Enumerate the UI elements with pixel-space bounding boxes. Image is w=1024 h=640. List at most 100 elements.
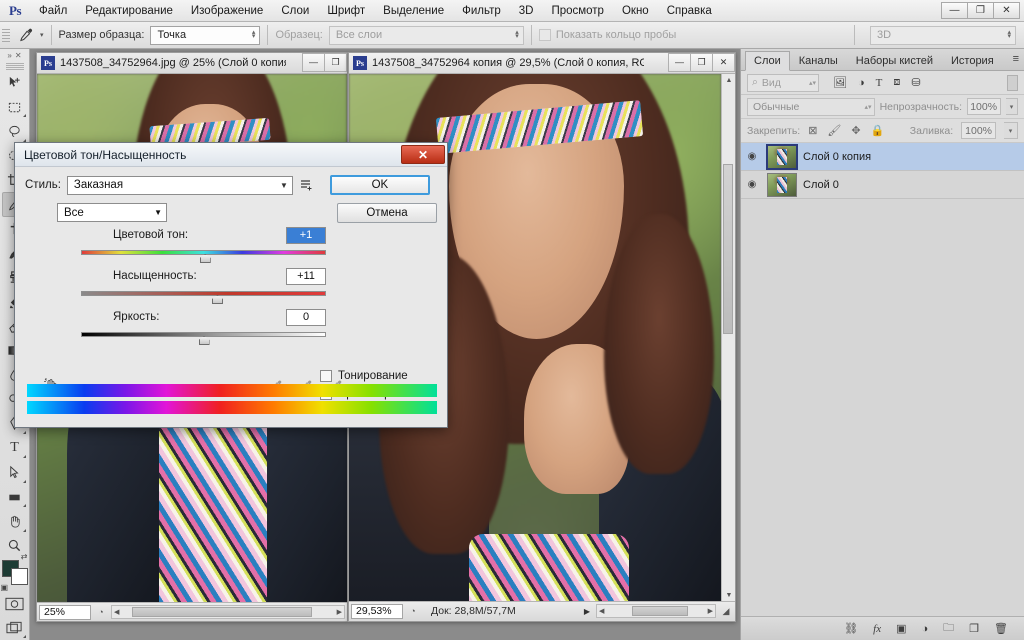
dialog-title-bar[interactable]: Цветовой тон/Насыщенность ✕ [15,143,447,167]
layer-style-icon[interactable]: fx [873,623,881,635]
hand-tool[interactable] [2,509,28,533]
swap-colors-icon[interactable]: ⇄ [21,552,28,561]
preset-options-button[interactable] [299,177,316,194]
layer-row-1[interactable]: ◉ Слой 0 [741,171,1024,199]
menu-help[interactable]: Справка [658,0,721,22]
dialog-close-button[interactable]: ✕ [401,145,445,164]
menu-edit[interactable]: Редактирование [76,0,182,22]
document-2-hscrollbar[interactable]: ◀ ▶ [596,604,716,618]
fill-caret-icon[interactable]: ▾ [1004,122,1018,139]
hue-saturation-dialog[interactable]: Цветовой тон/Насыщенность ✕ Стиль: Заказ… [14,142,448,428]
adjustment-layer-icon[interactable]: ◑ [922,623,929,635]
move-tool[interactable] [2,70,28,94]
layer-row-0[interactable]: ◉ Слой 0 копия [741,143,1024,171]
menu-window[interactable]: Окно [613,0,658,22]
document-1-zoom-field[interactable]: 25% [39,604,91,620]
colorize-checkbox-row[interactable]: Тонирование [320,367,425,385]
document-2-hscroll-thumb[interactable] [632,606,688,616]
new-layer-icon[interactable]: ❐ [969,622,979,635]
layer-filter-toggle[interactable] [1007,74,1018,91]
shape-tool-expand-icon[interactable] [22,504,26,508]
pen-tool-expand-icon[interactable] [22,431,26,435]
document-2-close-button[interactable]: ✕ [712,52,735,72]
layer-0-visibility-icon[interactable]: ◉ [743,151,761,162]
document-1-hscroll-left-icon[interactable]: ◀ [112,608,121,616]
document-1-maximize-button[interactable]: ❐ [324,52,347,72]
tab-history[interactable]: История [942,50,1003,70]
style-chevron-down-icon[interactable]: ▼ [280,181,288,190]
path-selection-expand-icon[interactable] [22,479,26,483]
hue-slider-knob[interactable] [199,254,211,263]
marquee-tool-expand-icon[interactable] [22,114,26,118]
ok-button[interactable]: OK [329,175,430,195]
layer-1-visibility-icon[interactable]: ◉ [743,179,761,190]
shape-filter-icon[interactable]: ⧈ [893,76,900,89]
document-2-maximize-button[interactable]: ❐ [690,52,713,72]
layer-1-thumbnail[interactable] [767,172,797,197]
type-tool-expand-icon[interactable] [22,455,26,459]
new-group-icon[interactable]: 🗀 [943,619,954,638]
document-2-hscroll-left-icon[interactable]: ◀ [597,607,606,615]
panel-menu-icon[interactable]: ≡ [1013,53,1019,65]
link-layers-icon[interactable]: ⛓ [844,622,858,635]
eyedropper-icon[interactable] [13,24,39,46]
saturation-slider-knob[interactable] [211,295,223,304]
workspace-spinner-icon[interactable]: ▴ ▾ [1007,29,1013,40]
colorize-checkbox[interactable] [320,370,332,382]
options-bar-grip[interactable] [2,26,10,44]
saturation-slider[interactable] [81,290,326,304]
layer-0-thumbnail[interactable] [766,143,798,170]
screen-mode-toggle[interactable] [2,616,28,640]
type-filter-icon[interactable]: T [876,77,883,89]
document-2-resize-grip[interactable]: ◢ [719,604,733,618]
screen-mode-expand-icon[interactable] [22,635,26,639]
toolbox-grip[interactable] [5,63,24,71]
menu-view[interactable]: Просмотр [542,0,613,22]
sample-size-spinner-icon[interactable]: ▴ ▾ [252,29,258,40]
document-2-minimize-button[interactable]: — [668,52,691,72]
background-color-swatch[interactable] [10,568,28,586]
lightness-value-field[interactable]: 0 [286,308,326,326]
document-1-status-menu-icon[interactable]: ◔ [94,605,108,619]
layer-mask-icon[interactable]: ▣ [896,622,906,635]
rectangle-shape-tool[interactable] [2,485,28,509]
lock-image-icon[interactable]: 🖌 [827,124,841,137]
opacity-caret-icon[interactable]: ▾ [1006,98,1018,115]
tab-channels[interactable]: Каналы [790,50,847,70]
opacity-field[interactable]: 100% [967,98,1002,115]
path-selection-tool[interactable] [2,460,28,484]
document-1-hscroll-thumb[interactable] [132,607,312,617]
document-2-title-bar[interactable]: Ps 1437508_34752964 копия @ 29,5% (Слой … [349,52,735,74]
document-2-zoom-field[interactable]: 29,53% [351,603,403,619]
menu-filter[interactable]: Фильтр [453,0,510,22]
hue-value-field[interactable]: +1 [286,226,326,244]
tool-preset-caret-icon[interactable]: ▾ [40,31,44,39]
adjustment-filter-icon[interactable]: ◑ [858,77,865,89]
toolbox-header[interactable]: » ✕ [0,49,30,63]
lock-all-icon[interactable]: 🔒 [871,124,885,137]
document-2-vscroll-down-icon[interactable]: ▼ [722,589,735,601]
menu-select[interactable]: Выделение [374,0,453,22]
cancel-button[interactable]: Отмена [337,203,437,223]
style-select[interactable]: Заказная ▼ [66,175,293,195]
workspace-select[interactable]: 3D ▴ ▾ [870,25,1016,45]
document-2-status-menu-icon[interactable]: ◔ [406,604,420,618]
toolbox-collapse-icon[interactable]: » [7,51,11,60]
quick-mask-toggle[interactable] [2,591,28,615]
layer-filter-select[interactable]: ⌕ Вид ▴▾ [747,73,819,92]
tab-brush-presets[interactable]: Наборы кистей [847,50,942,70]
saturation-value-field[interactable]: +11 [286,267,326,285]
sample-size-select[interactable]: Точка ▴ ▾ [150,25,261,45]
channel-select[interactable]: Все ▼ [57,203,167,222]
document-2-vscroll-thumb[interactable] [723,164,733,334]
lock-transparency-icon[interactable]: ⊠ [808,124,817,137]
blend-mode-select[interactable]: Обычные ▴▾ [747,97,875,116]
lightness-slider-knob[interactable] [198,336,210,345]
minimize-button[interactable]: — [941,2,968,19]
tab-layers[interactable]: Слои [745,51,790,71]
document-1-title-bar[interactable]: Ps 1437508_34752964.jpg @ 25% (Слой 0 ко… [37,52,347,74]
toolbox-close-icon[interactable]: ✕ [15,51,22,60]
hue-slider[interactable] [81,249,326,263]
menu-3d[interactable]: 3D [510,0,543,22]
pixel-filter-icon[interactable]: 🖼 [833,76,847,89]
